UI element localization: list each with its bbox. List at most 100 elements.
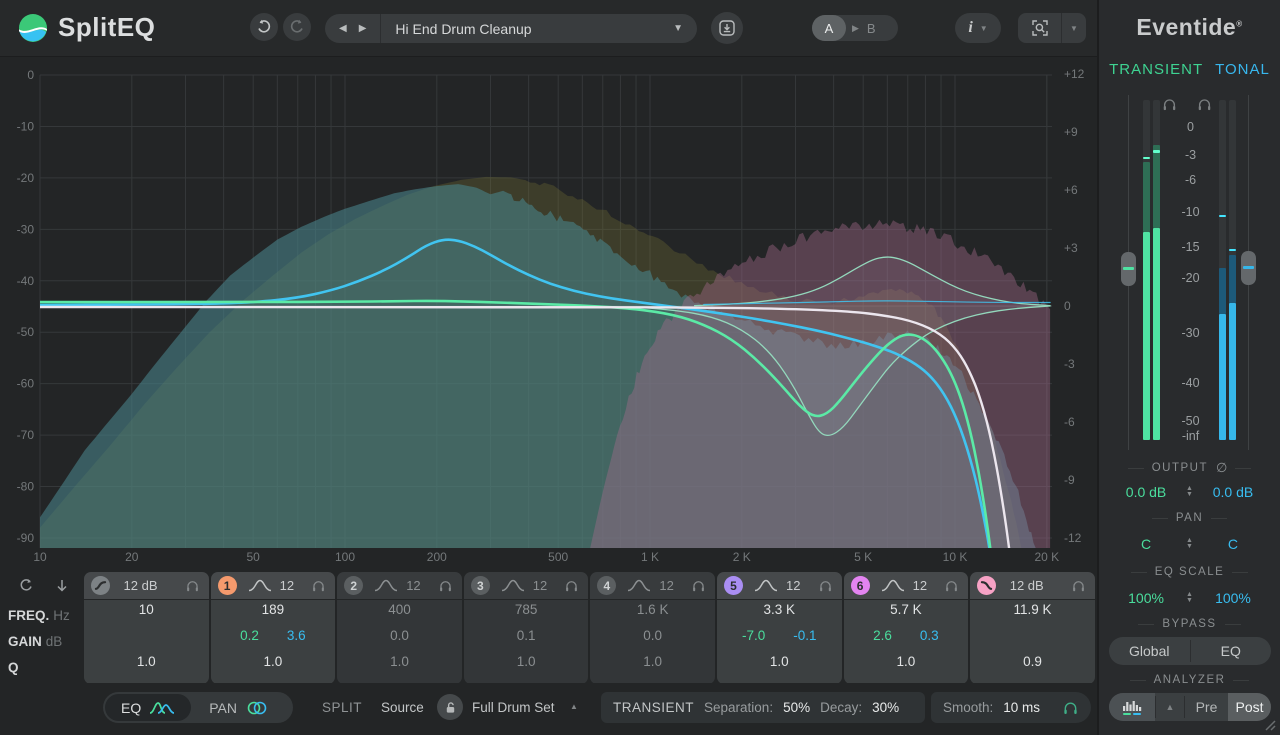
band-5-gain-transient[interactable]: -7.0 xyxy=(742,628,765,643)
pan-link-stepper[interactable]: ▲▼ xyxy=(1186,538,1193,550)
output-tonal-value[interactable]: 0.0 dB xyxy=(1207,484,1259,500)
band-6-freq[interactable]: 5.7 K xyxy=(844,602,969,617)
ab-copy-arrow[interactable]: ▶ xyxy=(852,23,859,34)
band-1-solo-headphones-icon[interactable] xyxy=(311,579,326,593)
band-5-gain[interactable]: -7.0 -0.1 xyxy=(717,628,842,643)
eq-display[interactable]: 0-10-20-30-40-50-60-70-80-90+12+9+6+30-3… xyxy=(0,57,1097,625)
output-link-stepper[interactable]: ▲▼ xyxy=(1186,486,1193,498)
ab-a-button[interactable]: A xyxy=(812,15,846,41)
band-3-chip[interactable]: 3 12 xyxy=(464,572,589,599)
band-3-freq[interactable]: 785 xyxy=(464,602,589,617)
collapse-bands-icon[interactable] xyxy=(54,578,70,594)
pan-transient-value[interactable]: C xyxy=(1120,536,1172,552)
eq-scale-transient-value[interactable]: 100% xyxy=(1120,590,1172,606)
band-1-gain-tonal[interactable]: 3.6 xyxy=(287,628,306,643)
band-3-q[interactable]: 1.0 xyxy=(464,654,589,669)
band-hp-badge[interactable] xyxy=(91,576,110,595)
eq-scale-link-stepper[interactable]: ▲▼ xyxy=(1186,592,1193,604)
band-6-gain-tonal[interactable]: 0.3 xyxy=(920,628,939,643)
band-lp-q[interactable]: 0.9 xyxy=(970,654,1095,669)
preset-dropdown-caret[interactable]: ▼ xyxy=(673,23,697,34)
preset-prev-button[interactable]: ◀ xyxy=(339,23,347,34)
transient-audition-headphones-icon[interactable] xyxy=(1062,700,1079,716)
pan-tab[interactable]: PAN xyxy=(191,700,287,716)
source-caret-icon[interactable]: ▲ xyxy=(570,702,578,711)
bypass-eq-button[interactable]: EQ xyxy=(1191,637,1272,665)
smooth-value[interactable]: 10 ms xyxy=(1003,700,1040,715)
analyzer-pre-button[interactable]: Pre xyxy=(1185,693,1228,721)
band-6-gain[interactable]: 2.6 0.3 xyxy=(844,628,969,643)
band-hp-q[interactable]: 1.0 xyxy=(84,654,209,669)
band-5-q[interactable]: 1.0 xyxy=(717,654,842,669)
band-1-badge[interactable]: 1 xyxy=(218,576,237,595)
band-5-gain-tonal[interactable]: -0.1 xyxy=(793,628,816,643)
band-6-slope[interactable]: 12 xyxy=(913,578,927,593)
band-2-slope[interactable]: 12 xyxy=(406,578,420,593)
source-lock-button[interactable] xyxy=(437,694,463,720)
band-6-badge[interactable]: 6 xyxy=(851,576,870,595)
band-2-badge[interactable]: 2 xyxy=(344,576,363,595)
info-button[interactable]: i ▼ xyxy=(955,13,1001,43)
eq-tab[interactable]: EQ xyxy=(105,694,191,721)
band-lp-slope[interactable]: 12 dB xyxy=(1010,578,1044,593)
band-1-freq[interactable]: 189 xyxy=(211,602,336,617)
band-hp-solo-headphones-icon[interactable] xyxy=(185,579,200,593)
band-3-badge[interactable]: 3 xyxy=(471,576,490,595)
band-4-freq[interactable]: 1.6 K xyxy=(590,602,715,617)
output-transient-value[interactable]: 0.0 dB xyxy=(1120,484,1172,500)
band-lp-freq[interactable]: 11.9 K xyxy=(970,602,1095,617)
band-4-q[interactable]: 1.0 xyxy=(590,654,715,669)
band-6-chip[interactable]: 6 12 xyxy=(844,572,969,599)
phase-invert-icon[interactable]: ∅ xyxy=(1216,460,1227,476)
band-2-chip[interactable]: 2 12 xyxy=(337,572,462,599)
ab-b-button[interactable]: B xyxy=(867,21,876,36)
band-6-gain-transient[interactable]: 2.6 xyxy=(873,628,892,643)
band-5-badge[interactable]: 5 xyxy=(724,576,743,595)
band-4-gain[interactable]: 0.0 xyxy=(590,628,715,643)
band-hp-chip[interactable]: 12 dB xyxy=(84,572,209,599)
band-4-badge[interactable]: 4 xyxy=(597,576,616,595)
window-scale-button[interactable] xyxy=(1018,13,1062,43)
transient-audition-headphones-icon[interactable] xyxy=(1161,97,1178,112)
band-6-q[interactable]: 1.0 xyxy=(844,654,969,669)
band-2-q[interactable]: 1.0 xyxy=(337,654,462,669)
band-1-chip[interactable]: 1 12 xyxy=(211,572,336,599)
tonal-gain-fader[interactable] xyxy=(1241,251,1256,285)
eq-scale-tonal-value[interactable]: 100% xyxy=(1207,590,1259,606)
band-hp-slope[interactable]: 12 dB xyxy=(124,578,158,593)
band-4-chip[interactable]: 4 12 xyxy=(590,572,715,599)
band-lp-badge[interactable] xyxy=(977,576,996,595)
band-2-solo-headphones-icon[interactable] xyxy=(438,579,453,593)
save-preset-button[interactable] xyxy=(711,12,743,44)
band-5-freq[interactable]: 3.3 K xyxy=(717,602,842,617)
band-lp-chip[interactable]: 12 dB xyxy=(970,572,1095,599)
bypass-global-button[interactable]: Global xyxy=(1109,637,1190,665)
band-hp-freq[interactable]: 10 xyxy=(84,602,209,617)
band-1-slope[interactable]: 12 xyxy=(280,578,294,593)
transient-gain-fader[interactable] xyxy=(1121,252,1136,286)
band-6-solo-headphones-icon[interactable] xyxy=(944,579,959,593)
band-5-solo-headphones-icon[interactable] xyxy=(818,579,833,593)
band-2-gain[interactable]: 0.0 xyxy=(337,628,462,643)
analyzer-toggle-button[interactable] xyxy=(1109,693,1155,721)
window-resize-grip[interactable] xyxy=(1262,717,1276,731)
separation-value[interactable]: 50% xyxy=(783,700,810,715)
tonal-audition-headphones-icon[interactable] xyxy=(1196,97,1213,112)
undo-button[interactable] xyxy=(250,13,278,41)
preset-next-button[interactable]: ▶ xyxy=(359,23,367,34)
band-3-slope[interactable]: 12 xyxy=(533,578,547,593)
band-3-solo-headphones-icon[interactable] xyxy=(564,579,579,593)
band-1-gain-transient[interactable]: 0.2 xyxy=(240,628,259,643)
pan-tonal-value[interactable]: C xyxy=(1207,536,1259,552)
redo-button[interactable] xyxy=(283,13,311,41)
window-scale-caret[interactable]: ▼ xyxy=(1062,24,1086,33)
band-4-slope[interactable]: 12 xyxy=(659,578,673,593)
band-5-chip[interactable]: 512 xyxy=(717,572,842,599)
band-2-freq[interactable]: 400 xyxy=(337,602,462,617)
band-4-solo-headphones-icon[interactable] xyxy=(691,579,706,593)
band-1-gain[interactable]: 0.2 3.6 xyxy=(211,628,336,643)
band-lp-solo-headphones-icon[interactable] xyxy=(1071,579,1086,593)
source-value[interactable]: Full Drum Set xyxy=(472,700,555,715)
analyzer-rise-button[interactable]: ▲ xyxy=(1156,693,1184,721)
decay-value[interactable]: 30% xyxy=(872,700,899,715)
